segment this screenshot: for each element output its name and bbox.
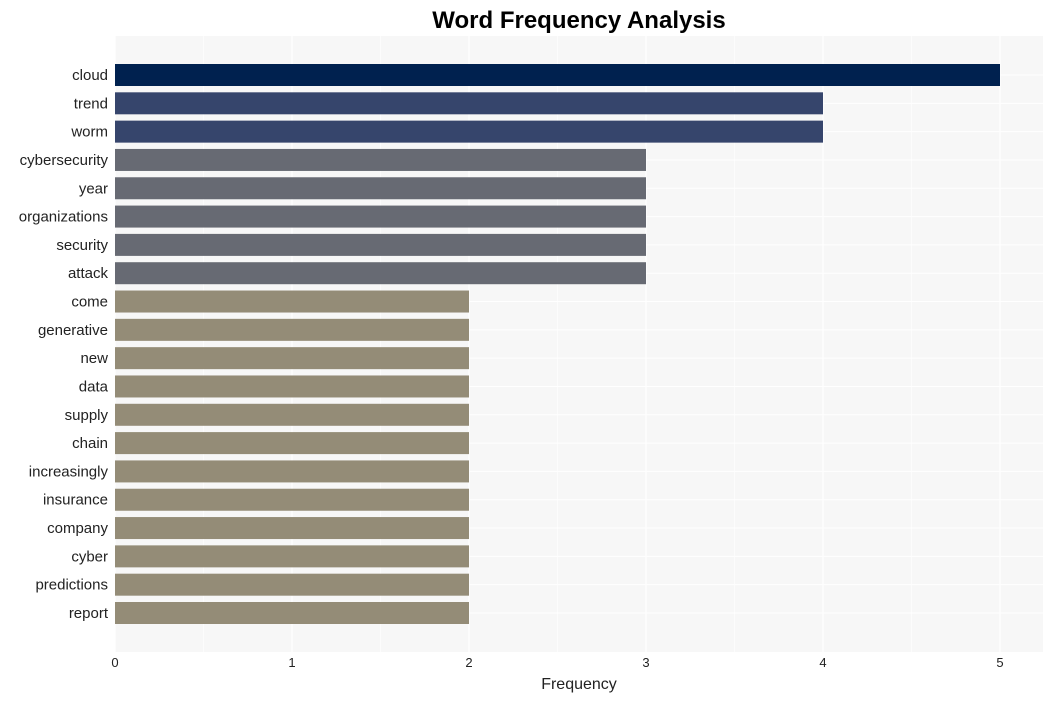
y-tick-label: chain <box>72 435 108 452</box>
bar-supply <box>115 403 469 426</box>
bar-report <box>115 602 469 624</box>
bar-come <box>115 290 469 313</box>
x-tick-label: 2 <box>465 655 472 670</box>
y-tick-label: trend <box>74 95 108 112</box>
y-tick-label: attack <box>68 265 109 282</box>
y-tick-label: new <box>80 350 108 367</box>
y-tick-label: security <box>56 237 108 254</box>
bar-insurance <box>115 488 469 511</box>
bar-security <box>115 233 646 256</box>
word-frequency-chart: Word Frequency Analysis cloud trend worm cy… <box>19 7 1043 693</box>
bar-trend <box>115 92 823 115</box>
bar-new <box>115 347 469 370</box>
y-tick-label: cloud <box>72 67 108 84</box>
bar-data <box>115 375 469 398</box>
bar-predictions <box>115 573 469 596</box>
bar-attack <box>115 262 646 285</box>
y-tick-label: report <box>69 605 109 622</box>
y-tick-label: come <box>71 294 108 311</box>
bar-increasingly <box>115 460 469 483</box>
bar-cybersecurity <box>115 148 646 171</box>
x-axis-ticks: 0 1 2 3 4 5 <box>111 655 1003 670</box>
y-tick-label: predictions <box>35 577 108 594</box>
bar-cyber <box>115 545 469 568</box>
bar-generative <box>115 318 469 341</box>
bar-chain <box>115 432 469 455</box>
bar-year <box>115 177 646 200</box>
x-tick-label: 3 <box>642 655 649 670</box>
bar-cloud <box>115 64 1000 86</box>
y-tick-label: data <box>79 378 109 395</box>
y-tick-label: organizations <box>19 209 108 226</box>
bar-company <box>115 517 469 540</box>
y-tick-label: year <box>79 180 108 197</box>
y-tick-label: generative <box>38 322 108 339</box>
y-tick-label: increasingly <box>29 463 109 480</box>
y-tick-label: insurance <box>43 492 108 509</box>
bar-worm <box>115 120 823 143</box>
x-tick-label: 4 <box>819 655 826 670</box>
bar-organizations <box>115 205 646 228</box>
x-tick-label: 5 <box>996 655 1003 670</box>
x-tick-label: 0 <box>111 655 118 670</box>
x-axis-label: Frequency <box>541 676 617 693</box>
y-tick-label: worm <box>70 124 108 141</box>
y-tick-label: cyber <box>71 548 108 565</box>
x-tick-label: 1 <box>288 655 295 670</box>
y-tick-label: supply <box>65 407 109 424</box>
chart-title: Word Frequency Analysis <box>432 7 725 34</box>
y-axis-labels: cloudtrendwormcybersecurityyearorganizat… <box>19 67 109 622</box>
y-tick-label: cybersecurity <box>20 152 109 169</box>
y-tick-label: company <box>47 520 108 537</box>
